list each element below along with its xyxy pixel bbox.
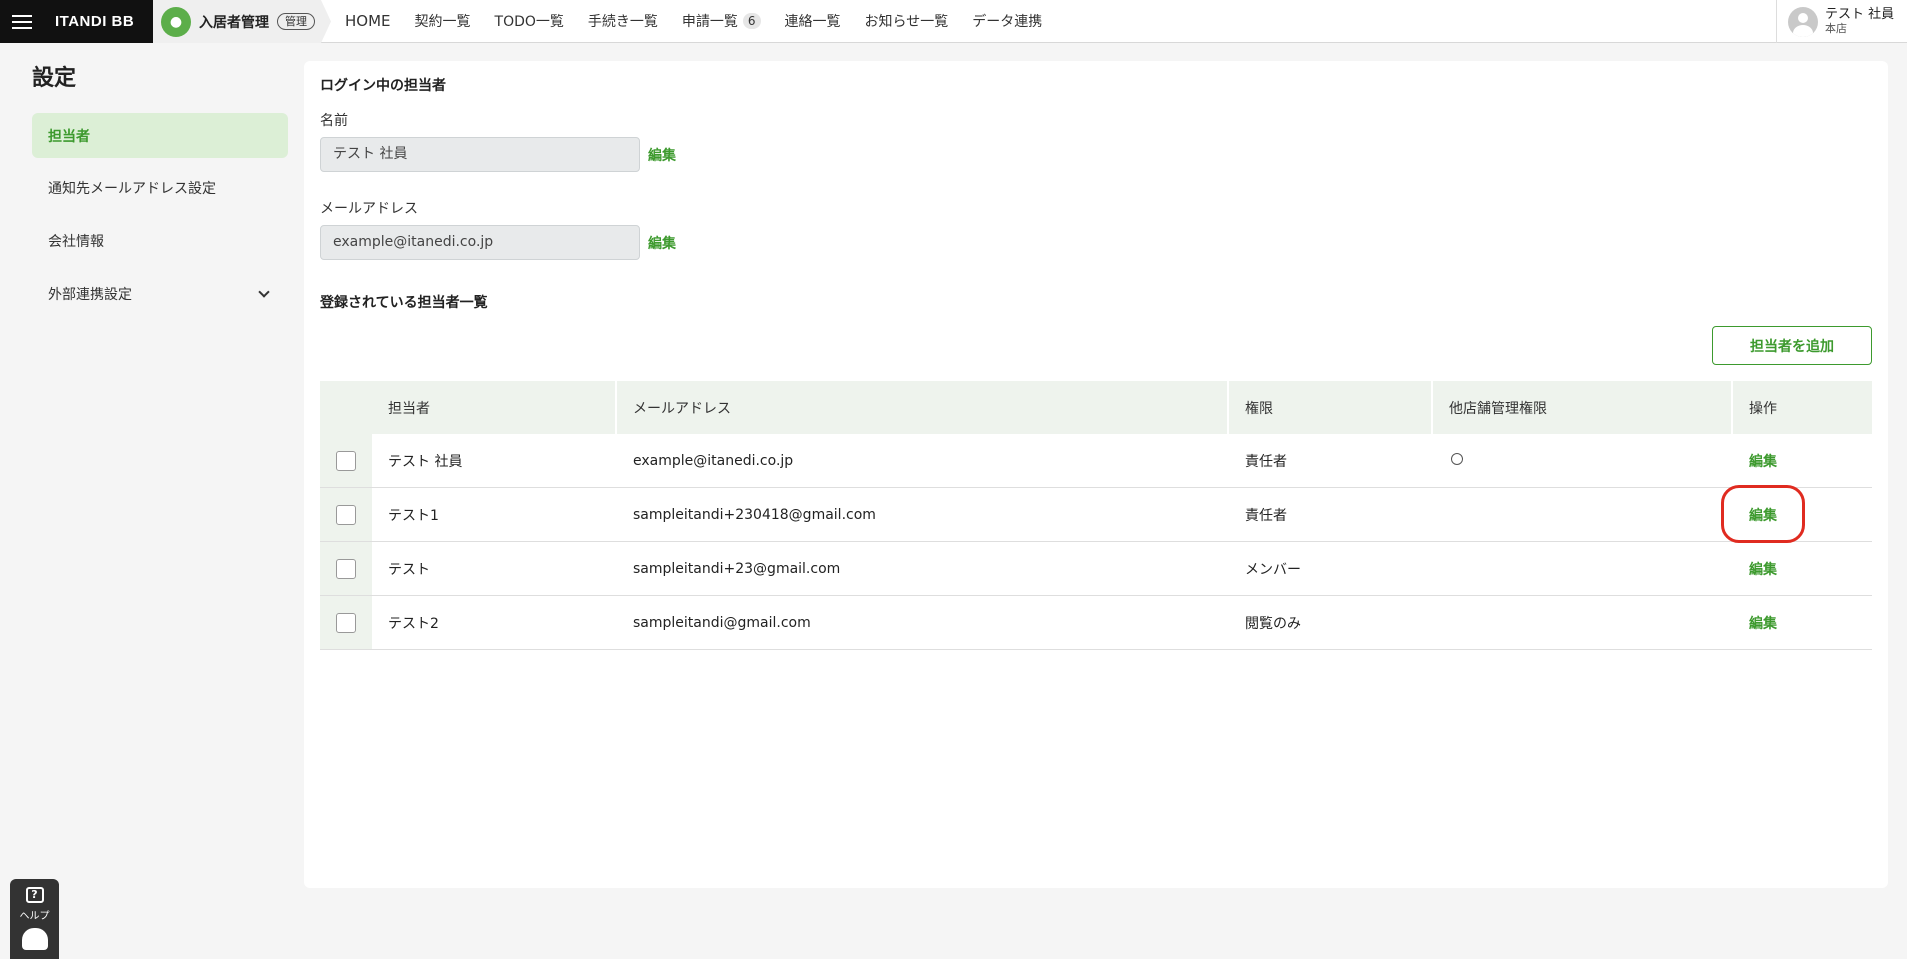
row-checkbox[interactable] [336,450,356,471]
staff-name: テスト2 [388,615,439,632]
staff-name: テスト [388,561,430,578]
help-button[interactable]: ? ヘルプ [10,879,59,959]
staff-name: テスト 社員 [388,453,463,470]
table-header: 担当者 メールアドレス 権限 他店舗管理権限 操作 [320,381,1872,434]
name-field: テスト 社員 [320,137,640,172]
sidebar-item-external-integration[interactable]: 外部連携設定 [32,271,288,316]
app-mascot-icon: ● [161,6,191,37]
nav-item-procedures[interactable]: 手続き一覧 [588,11,658,31]
settings-card: ログイン中の担当者 名前 テスト 社員 編集 メールアドレス example@i… [304,61,1888,888]
app-role-tag: 管理 [277,13,315,30]
staff-email: sampleitandi+23@gmail.com [633,560,841,577]
applications-count-badge: 6 [742,13,761,29]
edit-email-link[interactable]: 編集 [648,233,676,253]
staff-email: example@itanedi.co.jp [633,452,794,469]
col-header-role: 権限 [1229,381,1433,434]
add-staff-button[interactable]: 担当者を追加 [1712,326,1872,365]
brand-logo[interactable]: ITANDI BB [55,13,134,30]
name-label: 名前 [320,113,348,129]
nav-item-applications[interactable]: 申請一覧 6 [682,11,761,31]
row-edit-link[interactable]: 編集 [1733,451,1872,471]
col-header-staff: 担当者 [372,381,617,434]
staff-role: 責任者 [1245,453,1287,470]
col-header-email: メールアドレス [617,381,1229,434]
nav-item-contacts[interactable]: 連絡一覧 [785,11,841,31]
row-checkbox[interactable] [336,612,356,633]
col-header-action: 操作 [1749,400,1777,417]
staff-role: 閲覧のみ [1245,615,1301,632]
row-checkbox[interactable] [336,504,356,525]
staff-role: メンバー [1245,561,1301,578]
user-store: 本店 [1825,21,1847,35]
user-name: テスト 社員 [1825,6,1895,22]
email-label: メールアドレス [320,201,418,217]
permission-circle-icon [1451,452,1463,465]
email-field: example@itanedi.co.jp [320,225,640,260]
page-title: 設定 [32,66,77,91]
staff-table: 担当者 メールアドレス 権限 他店舗管理権限 操作 テスト 社員 example… [320,381,1872,650]
table-row: テスト 社員 example@itanedi.co.jp 責任者 編集 [320,434,1872,488]
help-question-icon: ? [25,887,44,903]
edit-name-link[interactable]: 編集 [648,145,676,165]
row-edit-link[interactable]: 編集 [1733,559,1872,579]
staff-name: テスト1 [388,507,439,524]
help-label: ヘルプ [19,911,50,922]
main-nav: HOME 契約一覧 TODO一覧 手続き一覧 申請一覧 6 連絡一覧 お知らせ一… [345,0,1066,42]
staff-email: sampleitandi+230418@gmail.com [633,506,876,523]
row-edit-link[interactable]: 編集 [1733,613,1872,633]
col-header-other-store: 他店舗管理権限 [1433,381,1733,434]
user-menu[interactable]: テスト 社員 本店 [1776,0,1907,43]
nav-item-home[interactable]: HOME [345,12,391,30]
hamburger-menu-icon[interactable] [12,14,32,30]
login-section-title: ログイン中の担当者 [320,78,446,94]
sidebar-item-staff[interactable]: 担当者 [32,113,288,158]
header-checkbox-cell [320,381,372,434]
mascot-icon [21,928,48,950]
app-name: 入居者管理 [199,14,269,31]
nav-item-contracts[interactable]: 契約一覧 [415,11,471,31]
user-avatar-icon [1788,6,1818,37]
table-row: テスト sampleitandi+23@gmail.com メンバー 編集 [320,542,1872,596]
nav-item-notices[interactable]: お知らせ一覧 [865,11,949,31]
sidebar-item-label: 外部連携設定 [48,286,132,303]
highlight-annotation [1721,485,1805,543]
nav-item-data-link[interactable]: データ連携 [972,11,1042,31]
chevron-down-icon [258,286,270,298]
row-checkbox[interactable] [336,558,356,579]
nav-item-todo[interactable]: TODO一覧 [495,11,564,31]
other-store-permission [1433,452,1733,469]
staff-email: sampleitandi@gmail.com [633,614,811,631]
table-row: テスト2 sampleitandi@gmail.com 閲覧のみ 編集 [320,596,1872,650]
brand-bar: ITANDI BB [0,0,153,43]
app-switcher[interactable]: ● 入居者管理 管理 [153,0,331,43]
staff-role: 責任者 [1245,507,1287,524]
staff-list-title: 登録されている担当者一覧 [320,295,488,311]
table-row: テスト1 sampleitandi+230418@gmail.com 責任者 編… [320,488,1872,542]
sidebar-item-notification-email[interactable]: 通知先メールアドレス設定 [32,165,288,210]
nav-item-applications-label: 申請一覧 [681,14,738,30]
sidebar-item-company-info[interactable]: 会社情報 [32,218,288,263]
top-header: ITANDI BB ● 入居者管理 管理 HOME 契約一覧 TODO一覧 手続… [0,0,1907,43]
